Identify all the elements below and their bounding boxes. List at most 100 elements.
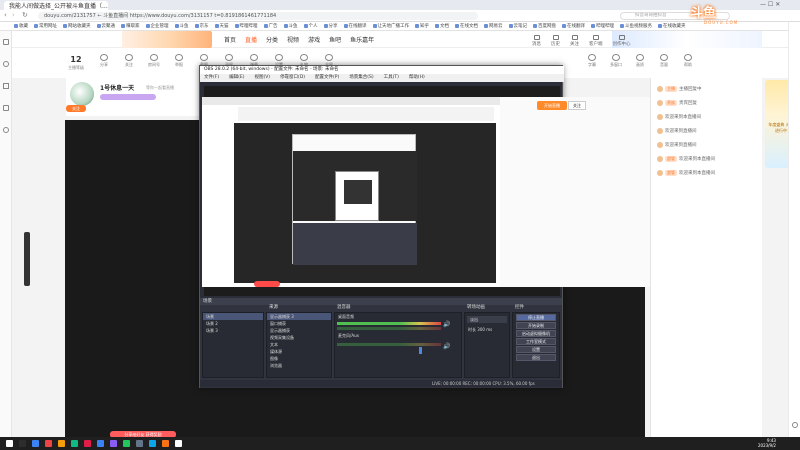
sidebar-follow-icon[interactable] [3, 61, 9, 67]
bookmark-item[interactable]: 企业管理 [145, 23, 169, 29]
player-side-handle[interactable] [24, 232, 30, 286]
bookmark-item[interactable]: 斗鱼 [283, 23, 298, 29]
taskbar-app-icon[interactable] [110, 440, 117, 447]
mixer-mic-volume-icon[interactable]: 🔊 [443, 343, 450, 350]
bookmark-item[interactable]: 赚取家 [121, 23, 140, 29]
sidebar-game-icon[interactable] [3, 105, 9, 111]
bookmark-item[interactable]: 网站收藏夹 [63, 23, 91, 29]
header-icon-item[interactable]: 客户端 [589, 35, 603, 47]
streamer-name[interactable]: 1号休息一天 [100, 83, 134, 92]
sidebar-home-icon[interactable] [3, 39, 9, 45]
source-item[interactable]: 视频采集设备 [267, 334, 331, 341]
room-tool-right[interactable]: 音量 [656, 54, 672, 68]
bookmark-item[interactable]: 哔哩哔哩 [234, 23, 258, 29]
nav-item[interactable]: 鱼吧 [329, 35, 341, 44]
header-icon-item[interactable]: 创作中心 [613, 35, 631, 47]
bookmark-item[interactable]: 百度网盘 [533, 23, 556, 29]
bookmark-item[interactable]: 网易云 [484, 23, 503, 29]
bookmark-item[interactable]: 分享 [323, 23, 338, 29]
control-button[interactable]: 启动虚拟摄像机 [516, 330, 556, 337]
follow-button[interactable]: 关注 [66, 105, 86, 112]
sidebar-fish-icon[interactable] [3, 127, 9, 133]
taskbar-app-icon[interactable] [58, 440, 65, 447]
taskbar-app-icon[interactable] [84, 440, 91, 447]
taskbar-app-icon[interactable] [6, 440, 13, 447]
bookmark-item[interactable]: 斗鱼 [174, 23, 189, 29]
transition-duration-value[interactable]: 300 ms [477, 327, 492, 332]
bookmark-item[interactable]: 让天地广播工作 [372, 23, 409, 29]
control-button[interactable]: 工作室模式 [516, 338, 556, 345]
site-banner-image[interactable] [122, 31, 212, 48]
control-button[interactable]: 退出 [516, 354, 556, 361]
taskbar-clock[interactable]: 9:43 2023/9/2 [758, 438, 776, 448]
sidebar-settings-icon[interactable] [792, 422, 798, 428]
room-tool[interactable]: 关注 [121, 54, 137, 68]
obs-menu-item[interactable]: 视图(V) [254, 74, 270, 82]
bookmark-item[interactable]: 在线翻译 [562, 23, 585, 29]
bookmark-item[interactable]: 广告 [263, 23, 278, 29]
taskbar-app-icon[interactable] [149, 440, 156, 447]
obs-menu-item[interactable]: 配置文件(P) [315, 74, 339, 82]
chat-avatar[interactable] [657, 170, 663, 176]
nav-item[interactable]: 首页 [224, 35, 236, 44]
taskbar-app-icon[interactable] [32, 440, 39, 447]
bookmark-item[interactable]: 云聚通 [96, 23, 115, 29]
room-tool[interactable]: 举报 [171, 54, 187, 68]
control-button[interactable]: 设置 [516, 346, 556, 353]
source-item[interactable]: 窗口捕获 [267, 320, 331, 327]
transition-select[interactable]: 淡出 [467, 316, 507, 323]
room-tool-right[interactable]: 多窗口 [608, 54, 624, 68]
source-item[interactable]: 文本 [267, 341, 331, 348]
chat-avatar[interactable] [657, 156, 663, 162]
streamer-avatar[interactable] [70, 82, 94, 106]
bookmark-item[interactable]: 文档 [435, 23, 449, 29]
nav-item[interactable]: 直播 [245, 35, 257, 44]
room-tool-right[interactable]: 字幕 [584, 54, 600, 68]
obs-menu-item[interactable]: 文件(F) [204, 74, 219, 82]
mixer-mic-slider-handle[interactable] [419, 347, 422, 354]
chat-avatar[interactable] [657, 100, 663, 106]
obs-menu-item[interactable]: 停靠窗口(D) [280, 74, 305, 82]
obs-menu-item[interactable]: 编辑(E) [229, 74, 244, 82]
scene-item[interactable]: 场景 [203, 313, 263, 320]
sidebar-video-icon[interactable] [3, 83, 9, 89]
control-button[interactable]: 停止直播 [516, 314, 556, 321]
taskbar-app-icon[interactable] [71, 440, 78, 447]
mixer-desktop-volume-icon[interactable]: 🔊 [443, 321, 450, 328]
room-tool[interactable]: 分享 [96, 54, 112, 68]
bookmark-item[interactable]: 在线收藏夹 [658, 23, 686, 29]
chat-avatar[interactable] [657, 142, 663, 148]
browser-tab[interactable]: 我能人间做选择_公开被斗鱼直播（...） [4, 1, 108, 10]
room-tool[interactable]: 房间号 [146, 54, 162, 68]
source-item[interactable]: 显示器捕获 3 [267, 313, 331, 320]
douyu-logo[interactable]: 斗鱼 [690, 2, 716, 21]
taskbar-app-icon[interactable] [162, 440, 169, 447]
header-promo-banner[interactable] [612, 31, 762, 48]
back-icon[interactable]: ‹ [4, 11, 7, 19]
taskbar-app-icon[interactable] [123, 440, 130, 447]
obs-title-bar[interactable]: OBS 28.0.2 (64-bit, windows) - 配置文件: 未命名… [200, 66, 564, 74]
control-button[interactable]: 开始录制 [516, 322, 556, 329]
bookmark-item[interactable]: 在线文档 [455, 23, 478, 29]
source-item[interactable]: 媒体源 [267, 348, 331, 355]
bookmark-item[interactable]: 天猫 [214, 23, 229, 29]
nav-item[interactable]: 鱼乐嘉年 [350, 35, 374, 44]
nav-item[interactable]: 游戏 [308, 35, 320, 44]
obs-menu-item[interactable]: 场景集合(S) [349, 74, 373, 82]
bookmark-item[interactable]: 哔哩哔哩 [591, 23, 614, 29]
bookmark-item[interactable]: 收藏 [14, 23, 28, 29]
taskbar-app-icon[interactable] [19, 440, 26, 447]
taskbar-app-icon[interactable] [136, 440, 143, 447]
bookmark-item[interactable]: 在线翻译 [343, 23, 367, 29]
source-item[interactable]: 显示器捕获 [267, 327, 331, 334]
forward-icon[interactable]: › [12, 11, 15, 19]
room-tool-right[interactable]: 画质 [632, 54, 648, 68]
header-icon-item[interactable]: 历史 [551, 35, 560, 47]
bookmark-item[interactable]: 斗鱼视频服务 [620, 23, 652, 29]
bookmark-item[interactable]: 京东 [194, 23, 209, 29]
bookmark-item[interactable]: 个人 [303, 23, 318, 29]
chat-avatar[interactable] [657, 86, 663, 92]
scene-item[interactable]: 场景 3 [203, 327, 263, 334]
chat-avatar[interactable] [657, 114, 663, 120]
source-item[interactable]: 浏览器 [267, 362, 331, 369]
